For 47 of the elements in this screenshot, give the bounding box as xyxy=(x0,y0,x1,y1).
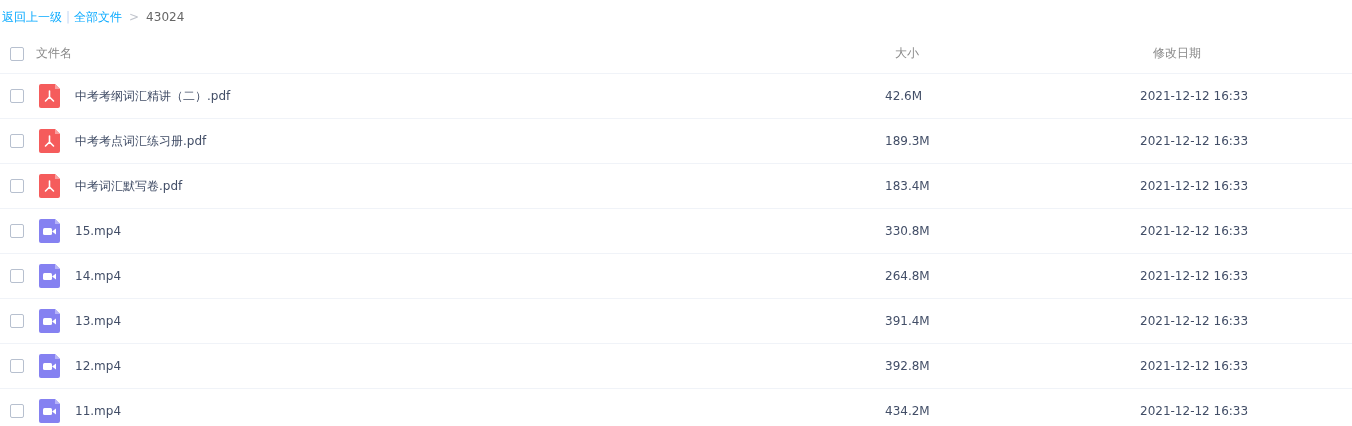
file-name[interactable]: 中考词汇默写卷.pdf xyxy=(75,178,183,193)
row-checkbox[interactable] xyxy=(10,134,24,148)
current-folder: 43024 xyxy=(146,10,185,24)
modified-date: 2021-12-12 16:33 xyxy=(1140,269,1249,283)
separator: | xyxy=(66,10,71,24)
modified-date: 2021-12-12 16:33 xyxy=(1140,404,1249,418)
file-name[interactable]: 12.mp4 xyxy=(75,359,122,373)
modified-date: 2021-12-12 16:33 xyxy=(1140,134,1249,148)
file-size: 264.8M xyxy=(885,269,930,283)
video-file-icon xyxy=(39,399,60,423)
row-checkbox[interactable] xyxy=(10,314,24,328)
row-checkbox[interactable] xyxy=(10,269,24,283)
video-file-icon xyxy=(39,309,60,333)
modified-date: 2021-12-12 16:33 xyxy=(1140,179,1249,193)
file-size: 434.2M xyxy=(885,404,930,418)
column-header[interactable]: 大小 xyxy=(895,46,919,60)
column-header[interactable]: 文件名 xyxy=(36,46,72,60)
file-name[interactable]: 15.mp4 xyxy=(75,224,122,238)
file-name[interactable]: 13.mp4 xyxy=(75,314,122,328)
pdf-file-icon xyxy=(39,84,60,108)
row-checkbox[interactable] xyxy=(10,404,24,418)
file-size: 391.4M xyxy=(885,314,930,328)
file-size: 183.4M xyxy=(885,179,930,193)
row-checkbox[interactable] xyxy=(10,359,24,373)
file-size: 392.8M xyxy=(885,359,930,373)
modified-date: 2021-12-12 16:33 xyxy=(1140,359,1249,373)
modified-date: 2021-12-12 16:33 xyxy=(1140,224,1249,238)
video-file-icon xyxy=(39,219,60,243)
pdf-file-icon xyxy=(39,174,60,198)
video-file-icon xyxy=(39,264,60,288)
file-size: 42.6M xyxy=(885,89,923,103)
video-file-icon xyxy=(39,354,60,378)
file-size: 330.8M xyxy=(885,224,930,238)
file-size: 189.3M xyxy=(885,134,930,148)
file-name[interactable]: 11.mp4 xyxy=(75,404,122,418)
file-name[interactable]: 14.mp4 xyxy=(75,269,122,283)
breadcrumb-arrow: > xyxy=(129,10,140,24)
select-all-checkbox[interactable] xyxy=(10,46,24,61)
pdf-file-icon xyxy=(39,129,60,153)
column-header[interactable]: 修改日期 xyxy=(1153,46,1201,60)
row-checkbox[interactable] xyxy=(10,224,24,238)
row-checkbox[interactable] xyxy=(10,89,24,103)
modified-date: 2021-12-12 16:33 xyxy=(1140,314,1249,328)
modified-date: 2021-12-12 16:33 xyxy=(1140,89,1249,103)
file-name[interactable]: 中考考点词汇练习册.pdf xyxy=(75,133,207,148)
row-checkbox[interactable] xyxy=(10,179,24,193)
file-name[interactable]: 中考考纲词汇精讲（二）.pdf xyxy=(75,88,231,103)
